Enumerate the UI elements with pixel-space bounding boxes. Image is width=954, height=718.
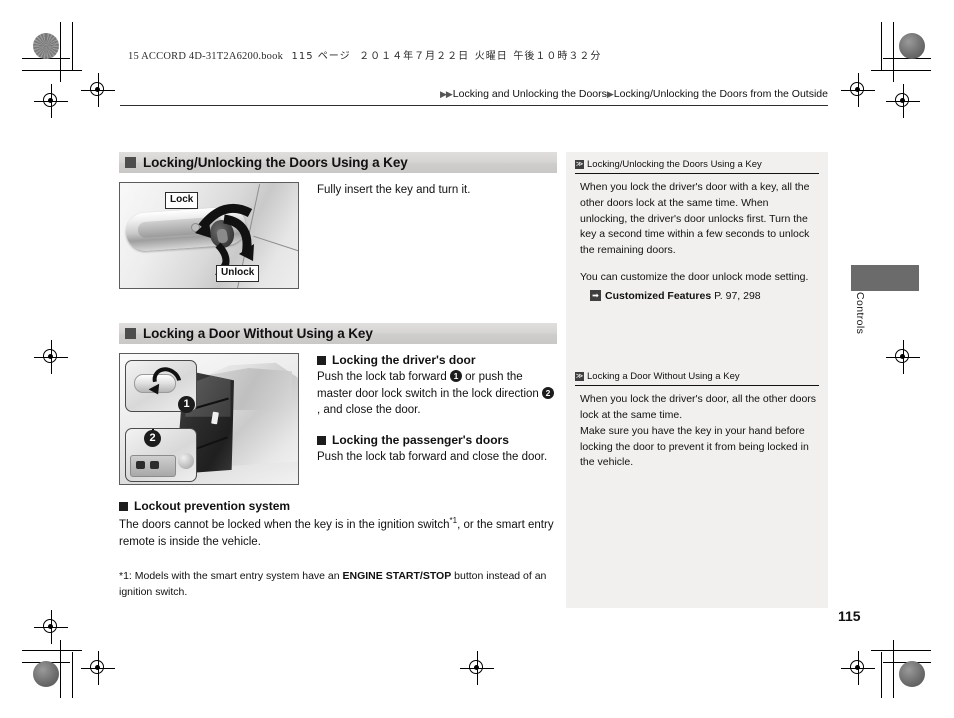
subheading-passenger-doors-text: Locking the passenger's doors [332, 433, 509, 448]
subheading-bullet-icon [317, 355, 326, 365]
print-color-blob-tr [899, 33, 925, 59]
main-content: Locking/Unlocking the Doors Using a Key [119, 152, 557, 601]
registration-mark-tl1 [34, 84, 68, 118]
registration-mark-bl2 [81, 651, 115, 685]
sidebar-section-nokey: ≫ Locking a Door Without Using a Key Whe… [566, 364, 828, 471]
paragraph-lockout: The doors cannot be locked when the key … [119, 515, 557, 550]
breadcrumb-arrow-icon: ▶▶ [439, 89, 453, 99]
subheading-driver-door: Locking the driver's door [317, 353, 557, 367]
registration-mark-bl1 [34, 610, 68, 644]
footnote: *1: Models with the smart entry system h… [119, 568, 557, 601]
paragraph-driver-door: Push the lock tab forward 1 or push the … [317, 369, 557, 419]
footnote-marker: *1 [449, 516, 458, 525]
lockout-text-a: The doors cannot be locked when the key … [119, 518, 450, 531]
figure-label-unlock: Unlock [216, 265, 260, 282]
subheading-lockout-text: Lockout prevention system [134, 499, 291, 513]
edge-tab-block [851, 265, 919, 291]
section-bullet-icon [125, 157, 136, 168]
section-heading-text: Locking/Unlocking the Doors Using a Key [143, 155, 408, 170]
callout-inset-master-switch [125, 428, 197, 482]
section-heading-text-2: Locking a Door Without Using a Key [143, 326, 373, 341]
lockout-prevention-block: Lockout prevention system The doors cann… [119, 499, 557, 550]
door-handle-key-illustration: Lock Unlock [119, 182, 299, 289]
reference-title: Customized Features [605, 289, 712, 302]
registration-mark-right-mid [886, 340, 920, 374]
registration-mark-tr1 [841, 73, 875, 107]
breadcrumb-level-1[interactable]: Locking and Unlocking the Doors [453, 88, 607, 100]
sidebar-paragraph-3: When you lock the driver's door, all the… [580, 393, 817, 421]
sidebar-body-key: When you lock the driver's door with a k… [575, 174, 819, 304]
breadcrumb-level-2[interactable]: Locking/Unlocking the Doors from the Out… [614, 88, 828, 100]
subheading-driver-door-text: Locking the driver's door [332, 353, 476, 367]
sidebar-heading-key-text: Locking/Unlocking the Doors Using a Key [587, 159, 762, 170]
breadcrumb-separator-icon: ▶ [606, 89, 614, 99]
registration-mark-left-mid [34, 340, 68, 374]
figure-caption-key: Fully insert the key and turn it. [317, 184, 471, 196]
print-color-blob-br [899, 661, 925, 687]
inline-marker-1: 1 [449, 370, 462, 382]
figure-row-key: Lock Unlock Fully insert the key and tur… [119, 182, 557, 289]
subheading-bullet-icon-2 [317, 435, 326, 445]
print-slug-line: 15 ACCORD 4D-31T2A6200.book 115 ページ ２０１４… [128, 47, 601, 62]
sidebar-section-key: ≫ Locking/Unlocking the Doors Using a Ke… [566, 152, 828, 304]
sidebar-marker-icon-2: ≫ [575, 372, 584, 382]
callout-number-1: 1 [178, 396, 195, 413]
breadcrumb: ▶▶Locking and Unlocking the Doors▶Lockin… [120, 88, 828, 106]
sidebar-heading-nokey-text: Locking a Door Without Using a Key [587, 371, 740, 383]
slug-page-label: 115 ページ [291, 51, 351, 62]
section-heading-key: Locking/Unlocking the Doors Using a Key [119, 152, 557, 173]
subheading-lockout: Lockout prevention system [119, 499, 557, 513]
slug-filename: 15 ACCORD 4D-31T2A6200.book [128, 51, 284, 62]
manual-page: 15 ACCORD 4D-31T2A6200.book 115 ページ ２０１４… [0, 0, 954, 718]
section-bullet-icon-2 [125, 328, 136, 339]
sidebar-heading-key: ≫ Locking/Unlocking the Doors Using a Ke… [575, 152, 819, 174]
registration-mark-tl2 [81, 73, 115, 107]
breadcrumb-rule [120, 105, 828, 106]
lock-unlock-arrows-icon [195, 203, 254, 275]
page-number: 115 [838, 608, 861, 624]
subheading-bullet-icon-3 [119, 501, 128, 511]
footnote-bold-term: ENGINE START/STOP [342, 570, 452, 583]
edge-tab-label[interactable]: Controls [844, 292, 866, 362]
subheading-passenger-doors: Locking the passenger's doors [317, 433, 557, 447]
driver-door-text-a: Push the lock tab forward [317, 371, 450, 383]
sidebar-heading-nokey: ≫ Locking a Door Without Using a Key [575, 364, 819, 387]
print-color-blob-bl [33, 661, 59, 687]
inline-marker-2: 2 [541, 386, 554, 399]
registration-mark-tr2 [886, 84, 920, 118]
sidebar-paragraph-1: When you lock the driver's door with a k… [580, 181, 810, 256]
slug-date: ２０１４年７月２２日 [359, 51, 470, 62]
callout-number-2: 2 [144, 430, 161, 447]
reference-arrow-icon: ➡ [590, 289, 601, 301]
sidebar-body-nokey: When you lock the driver's door, all the… [575, 386, 819, 471]
figure-label-lock: Lock [165, 192, 199, 209]
footnote-mark: *1: [119, 570, 132, 583]
section-heading-nokey: Locking a Door Without Using a Key [119, 323, 557, 344]
figure-row-nokey: 1 2 Locking the driver's door Push the l… [119, 353, 557, 485]
sidebar-paragraph-4: Make sure you have the key in your hand … [580, 424, 809, 469]
reference-pages: P. 97, 298 [714, 289, 761, 302]
sidebar-paragraph-2: You can customize the door unlock mode s… [580, 270, 809, 283]
sidebar-marker-icon: ≫ [575, 160, 584, 169]
print-color-blob-tl [33, 33, 59, 59]
slug-weekday: 火曜日 [474, 51, 508, 62]
sidebar-cross-reference[interactable]: ➡ Customized Features P. 97, 298 [590, 289, 817, 305]
paragraph-passenger-doors: Push the lock tab forward and close the … [317, 451, 548, 464]
registration-mark-bottom-mid [460, 651, 494, 685]
registration-mark-br1 [841, 651, 875, 685]
footnote-text-a: Models with the smart entry system have … [131, 570, 343, 583]
driver-door-text-c: , and close the door. [317, 404, 421, 417]
slug-time: 午後１０時３２分 [513, 51, 602, 62]
door-interior-lock-illustration: 1 2 [119, 353, 299, 485]
sidebar-notes: ≫ Locking/Unlocking the Doors Using a Ke… [566, 152, 828, 608]
